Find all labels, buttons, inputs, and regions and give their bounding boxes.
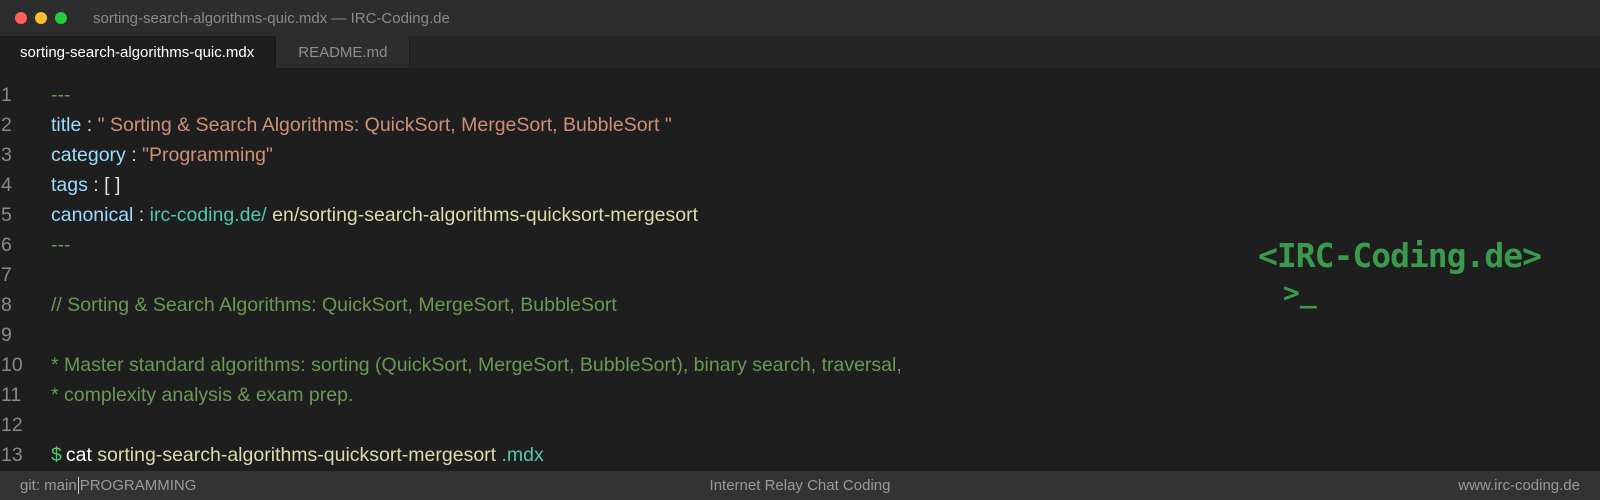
- site-logo: <IRC-Coding.de>: [1258, 236, 1542, 275]
- line-number: 13: [1, 443, 23, 466]
- window-title: sorting-search-algorithms-quic.mdx — IRC…: [93, 9, 450, 27]
- line-number: 11: [1, 383, 22, 406]
- key-separator: :: [81, 113, 98, 136]
- canonical-path: en/sorting-search-algorithms-quicksort-m…: [266, 203, 699, 226]
- canonical-domain: irc-coding.de/: [149, 203, 267, 226]
- frontmatter-value: " Sorting & Search Algorithms: QuickSort…: [97, 113, 672, 136]
- shell-filename: sorting-search-algorithms-quicksort-merg…: [91, 443, 497, 466]
- frontmatter-delimiter: ---: [51, 233, 71, 256]
- window-controls: [15, 12, 67, 24]
- line-number: 3: [1, 143, 12, 166]
- code-line: 13 $ cat sorting-search-algorithms-quicks…: [0, 440, 1600, 470]
- frontmatter-key: category: [51, 143, 126, 166]
- status-bar: git: main PROGRAMMING Internet Relay Chat…: [0, 471, 1600, 500]
- frontmatter-value: "Programming": [142, 143, 273, 166]
- code-line: 12: [0, 410, 1600, 440]
- code-line: 8 // Sorting & Search Algorithms: QuickS…: [0, 290, 1600, 320]
- code-comment: // Sorting & Search Algorithms: QuickSor…: [51, 293, 617, 316]
- code-editor[interactable]: 1 --- 2 title : " Sorting & Search Algor…: [0, 80, 1600, 470]
- line-number: 5: [1, 203, 12, 226]
- shell-command: cat: [65, 443, 92, 466]
- line-number: 12: [1, 413, 23, 436]
- code-line: 11 * complexity analysis & exam prep.: [0, 380, 1600, 410]
- status-center-text: Internet Relay Chat Coding: [709, 477, 891, 494]
- tab-readme[interactable]: README.md: [276, 36, 411, 68]
- key-separator: :: [133, 203, 150, 226]
- terminal-prompt-icon: >_: [1283, 276, 1317, 309]
- minimize-window-button[interactable]: [35, 12, 47, 24]
- line-number: 1: [1, 83, 12, 106]
- code-line: 4 tags : [ ]: [0, 170, 1600, 200]
- code-comment: * complexity analysis & exam prep.: [51, 383, 354, 406]
- line-number: 6: [1, 233, 12, 256]
- code-line: 3 category : "Programming": [0, 140, 1600, 170]
- line-number: 7: [1, 263, 12, 286]
- frontmatter-key: tags: [51, 173, 88, 196]
- line-number: 8: [1, 293, 12, 316]
- shell-prompt: $: [51, 443, 62, 466]
- title-bar: sorting-search-algorithms-quic.mdx — IRC…: [0, 0, 1600, 36]
- code-line: 9: [0, 320, 1600, 350]
- line-number: 2: [1, 113, 12, 136]
- frontmatter-key: canonical: [51, 203, 134, 226]
- key-separator: :: [87, 173, 105, 196]
- frontmatter-delimiter: ---: [51, 83, 71, 106]
- line-number: 4: [1, 173, 12, 196]
- file-extension: .mdx: [496, 443, 544, 466]
- website-link[interactable]: www.irc-coding.de: [1458, 477, 1580, 494]
- code-line: 5 canonical : irc-coding.de/ en/sorting-…: [0, 200, 1600, 230]
- line-number: 9: [1, 323, 12, 346]
- code-line: 1 ---: [0, 80, 1600, 110]
- close-window-button[interactable]: [15, 12, 27, 24]
- code-line: 10 * Master standard algorithms: sorting…: [0, 350, 1600, 380]
- frontmatter-value: [ ]: [104, 173, 121, 196]
- line-number: 10: [1, 353, 23, 376]
- frontmatter-key: title: [51, 113, 82, 136]
- key-separator: :: [125, 143, 143, 166]
- tab-sorting-search-algorithms[interactable]: sorting-search-algorithms-quic.mdx: [0, 36, 277, 68]
- maximize-window-button[interactable]: [55, 12, 67, 24]
- code-line: 2 title : " Sorting & Search Algorithms:…: [0, 110, 1600, 140]
- tab-bar: sorting-search-algorithms-quic.mdx READM…: [0, 36, 1600, 68]
- code-comment: * Master standard algorithms: sorting (Q…: [51, 353, 902, 376]
